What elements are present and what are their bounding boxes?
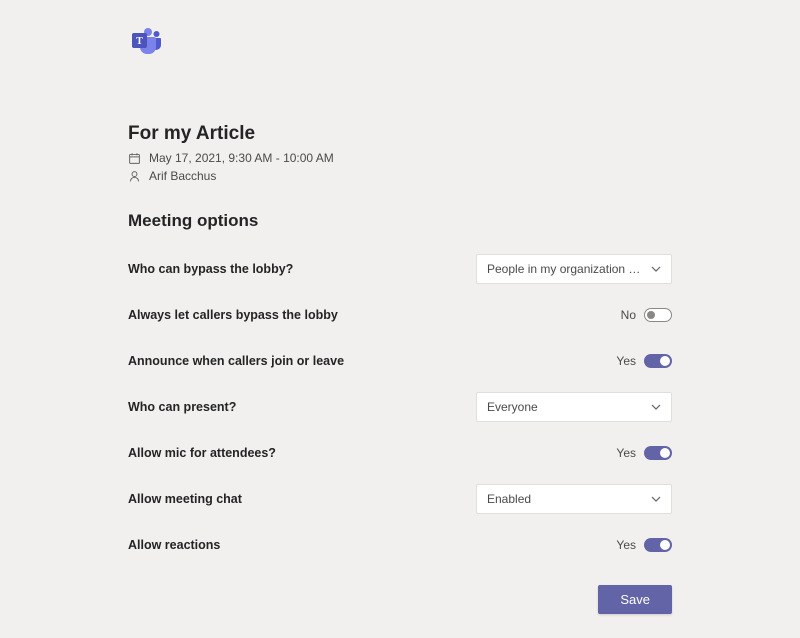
chevron-down-icon [651, 402, 661, 412]
teams-logo-icon: T [128, 24, 162, 58]
option-who-present: Who can present? Everyone [128, 391, 672, 423]
meeting-datetime: May 17, 2021, 9:30 AM - 10:00 AM [149, 151, 334, 165]
toggle-group: Yes [616, 538, 672, 552]
toggle-state-text: No [621, 308, 636, 322]
organizer-row: Arif Bacchus [128, 169, 672, 183]
announce-toggle[interactable] [644, 354, 672, 368]
option-label: Announce when callers join or leave [128, 354, 344, 368]
option-meeting-chat: Allow meeting chat Enabled [128, 483, 672, 515]
toggle-state-text: Yes [616, 446, 636, 460]
calendar-icon [128, 152, 141, 165]
svg-text:T: T [136, 36, 143, 47]
option-label: Always let callers bypass the lobby [128, 308, 338, 322]
option-announce: Announce when callers join or leave Yes [128, 345, 672, 377]
bypass-lobby-select[interactable]: People in my organization and gu… [476, 254, 672, 284]
callers-bypass-toggle[interactable] [644, 308, 672, 322]
option-reactions: Allow reactions Yes [128, 529, 672, 561]
footer: Save [128, 585, 672, 614]
toggle-group: Yes [616, 354, 672, 368]
option-callers-bypass: Always let callers bypass the lobby No [128, 299, 672, 331]
who-present-select[interactable]: Everyone [476, 392, 672, 422]
organizer-name: Arif Bacchus [149, 169, 216, 183]
meeting-options-page: T For my Article May 17, 2021, 9:30 AM -… [0, 0, 800, 638]
select-value: Enabled [487, 492, 645, 506]
meeting-datetime-row: May 17, 2021, 9:30 AM - 10:00 AM [128, 151, 672, 165]
section-heading: Meeting options [128, 211, 672, 231]
save-button[interactable]: Save [598, 585, 672, 614]
option-label: Allow meeting chat [128, 492, 242, 506]
select-value: Everyone [487, 400, 645, 414]
option-allow-mic: Allow mic for attendees? Yes [128, 437, 672, 469]
option-bypass-lobby: Who can bypass the lobby? People in my o… [128, 253, 672, 285]
toggle-group: No [621, 308, 672, 322]
meeting-title: For my Article [128, 123, 672, 145]
person-icon [128, 170, 141, 183]
select-value: People in my organization and gu… [487, 262, 645, 276]
option-label: Who can bypass the lobby? [128, 262, 293, 276]
app-logo-row: T [128, 24, 672, 63]
allow-mic-toggle[interactable] [644, 446, 672, 460]
chevron-down-icon [651, 264, 661, 274]
option-label: Allow reactions [128, 538, 220, 552]
chevron-down-icon [651, 494, 661, 504]
toggle-state-text: Yes [616, 538, 636, 552]
meeting-chat-select[interactable]: Enabled [476, 484, 672, 514]
option-label: Who can present? [128, 400, 236, 414]
reactions-toggle[interactable] [644, 538, 672, 552]
option-label: Allow mic for attendees? [128, 446, 276, 460]
toggle-state-text: Yes [616, 354, 636, 368]
toggle-group: Yes [616, 446, 672, 460]
